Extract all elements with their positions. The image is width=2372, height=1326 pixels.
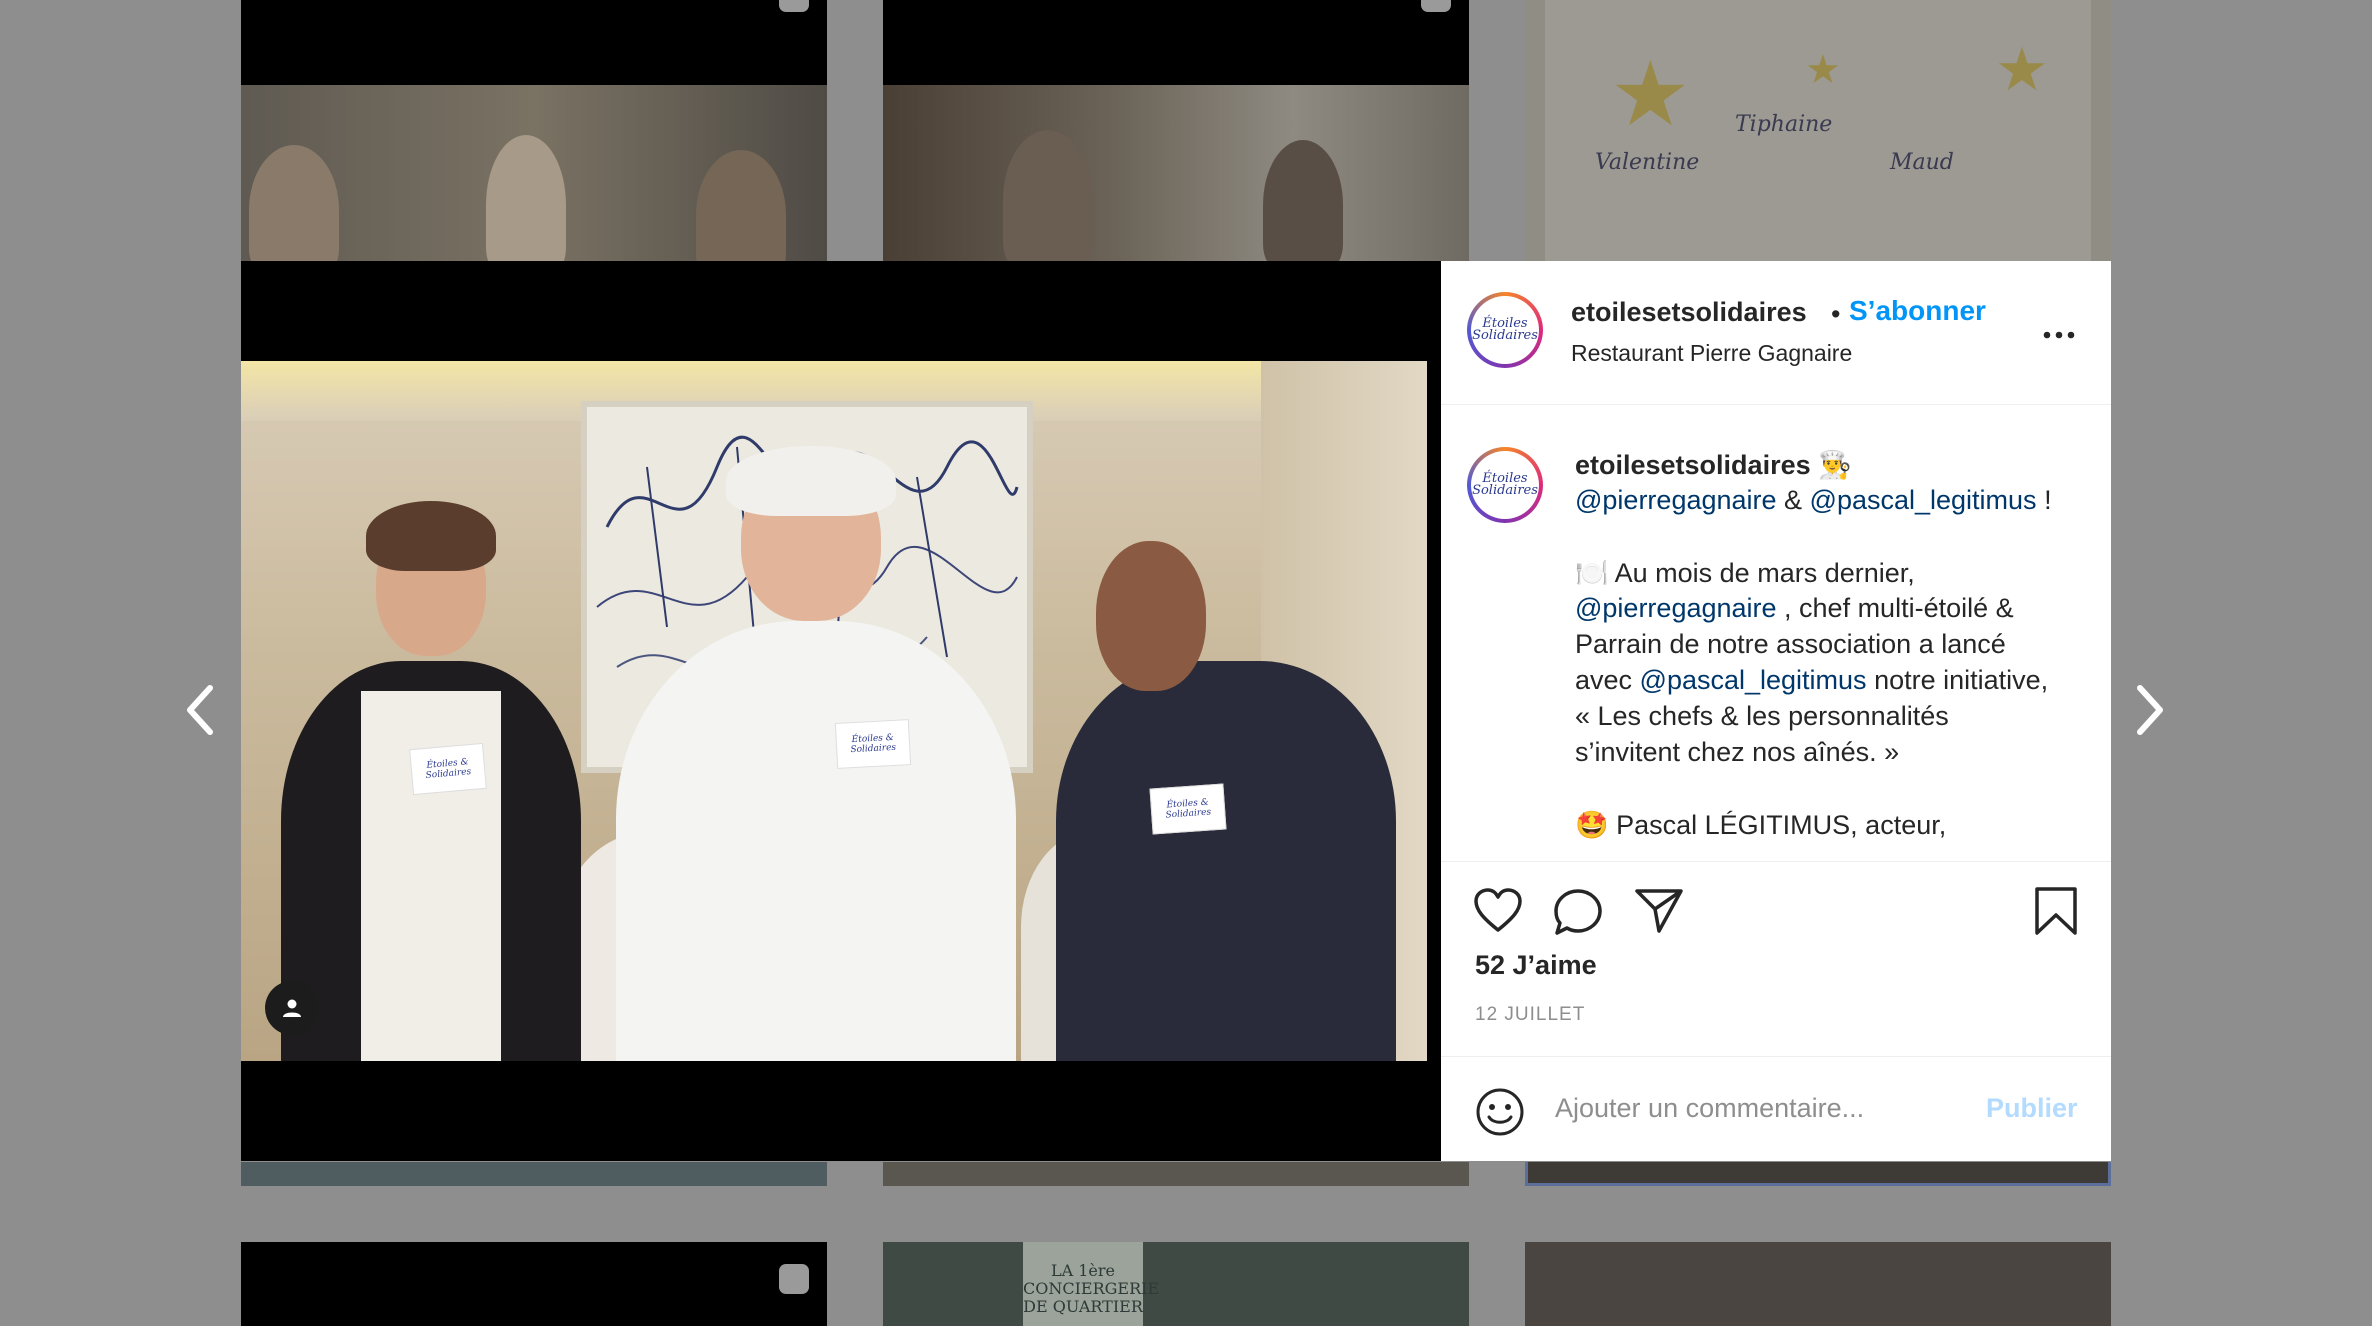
reel-icon: [779, 0, 809, 12]
publish-button[interactable]: Publier: [1986, 1093, 2078, 1124]
mention-link[interactable]: @pierregagnaire: [1575, 485, 1777, 515]
emoji-picker-icon[interactable]: [1475, 1087, 1525, 1137]
avatar-logo: Étoiles Solidaires: [1472, 471, 1538, 498]
caption-username-link[interactable]: etoilesetsolidaires: [1575, 450, 1811, 480]
sign-line: DE QUARTIER: [1023, 1297, 1143, 1316]
caption-line: 🤩 Pascal LÉGITIMUS, acteur,: [1575, 810, 1947, 840]
comment-bar: Publier: [1441, 1056, 2111, 1162]
caption-line: 🍽️ Au mois de mars dernier,: [1575, 558, 1915, 588]
caption-line: « Les chefs & les personnalités: [1575, 701, 1949, 731]
person-man-face: [1096, 541, 1206, 691]
previous-post-arrow-icon[interactable]: [180, 680, 220, 740]
caption-avatar[interactable]: Étoiles Solidaires: [1467, 447, 1543, 523]
caption-line: @pierregagnaire & @pascal_legitimus !: [1575, 485, 2052, 515]
person-chef-jacket: [616, 621, 1016, 1061]
person-figure: [1263, 140, 1343, 262]
poster-name: Valentine: [1595, 150, 1700, 175]
comment-bubble-icon[interactable]: [1553, 888, 1603, 936]
more-options-icon[interactable]: [2043, 313, 2075, 347]
post-date[interactable]: 12 JUILLET: [1475, 1004, 1585, 1026]
like-count[interactable]: 52 J’aime: [1475, 950, 1597, 981]
tile-letterbox: [241, 0, 827, 85]
header-username-link[interactable]: etoilesetsolidaires: [1571, 297, 1807, 328]
separator-dot: •: [1831, 299, 1841, 329]
sign-line: CONCIERGERIE: [1023, 1279, 1160, 1298]
tile-image: Valentine Tiphaine Maud ★ ★ ★: [1525, 0, 2111, 262]
person-woman-hair: [366, 501, 496, 571]
grid-tile-5[interactable]: [883, 1162, 1469, 1186]
post-header: Étoiles Solidaires etoilesetsolidaires •…: [1441, 261, 2111, 405]
sign: LA 1ère CONCIERGERIE DE QUARTIER: [1023, 1242, 1160, 1326]
mention-link[interactable]: @pascal_legitimus: [1810, 485, 2037, 515]
star-icon: ★: [1610, 45, 1691, 145]
card: Étoiles & Solidaires: [834, 719, 912, 769]
poster-name: Maud: [1890, 150, 1954, 175]
person-man-sweater: [1056, 661, 1396, 1061]
tagged-users-button[interactable]: [265, 981, 319, 1035]
star-icon: ★: [1995, 36, 2049, 103]
mention-link[interactable]: @pascal_legitimus: [1640, 665, 1867, 695]
grid-tile-4[interactable]: [241, 1162, 827, 1186]
grid-tile-6[interactable]: [1525, 1162, 2111, 1186]
avatar-logo: Étoiles Solidaires: [1472, 316, 1538, 343]
comment-input[interactable]: [1553, 1087, 1977, 1129]
person-figure: [249, 145, 339, 262]
caption-line: avec @pascal_legitimus notre initiative,: [1575, 665, 2049, 695]
person-chef-hair: [726, 446, 896, 516]
chef-emoji: 👨‍🍳: [1818, 450, 1852, 480]
post-media[interactable]: Étoiles & Solidaires Étoiles & Solidaire…: [241, 261, 1441, 1161]
person-figure: [486, 135, 566, 262]
post-photo: Étoiles & Solidaires Étoiles & Solidaire…: [241, 361, 1427, 1061]
user-icon: [283, 999, 301, 1017]
caption-line: Parrain de notre association a lancé: [1575, 629, 2006, 659]
reel-icon: [1421, 0, 1451, 12]
grid-tile-1[interactable]: [241, 0, 827, 262]
caption-area: Étoiles Solidaires etoilesetsolidaires 👨…: [1441, 405, 2111, 861]
caption-line: etoilesetsolidaires 👨‍🍳: [1575, 449, 1852, 481]
post-actions: 52 J’aime 12 JUILLET: [1441, 861, 2111, 1057]
tile-image: [241, 85, 827, 262]
post-details-panel: Étoiles Solidaires etoilesetsolidaires •…: [1441, 261, 2111, 1161]
caption-line: s’invitent chez nos aînés. »: [1575, 737, 1900, 767]
star-icon: ★: [1805, 48, 1841, 92]
person-figure: [696, 150, 786, 262]
next-post-arrow-icon[interactable]: [2130, 680, 2170, 740]
tile-image: [883, 85, 1469, 262]
share-paper-plane-icon[interactable]: [1634, 888, 1684, 934]
grid-tile-3[interactable]: Valentine Tiphaine Maud ★ ★ ★: [1525, 0, 2111, 262]
poster-name: Tiphaine: [1735, 112, 1833, 137]
grid-tile-7[interactable]: [241, 1242, 827, 1326]
like-heart-icon[interactable]: [1473, 888, 1523, 934]
card: Étoiles & Solidaires: [1149, 783, 1227, 835]
grid-tile-8[interactable]: LA 1ère CONCIERGERIE DE QUARTIER: [883, 1242, 1469, 1326]
grid-tile-9[interactable]: [1525, 1242, 2111, 1326]
reel-icon: [779, 1264, 809, 1294]
save-bookmark-icon[interactable]: [2033, 886, 2079, 936]
caption-line: @pierregagnaire , chef multi-étoilé &: [1575, 593, 2014, 623]
person-figure: [1003, 130, 1093, 262]
card: Étoiles & Solidaires: [409, 742, 487, 796]
post-modal: Étoiles & Solidaires Étoiles & Solidaire…: [241, 261, 2111, 1161]
tile-letterbox: [883, 0, 1469, 85]
follow-button[interactable]: S’abonner: [1849, 295, 1986, 327]
profile-avatar[interactable]: Étoiles Solidaires: [1467, 292, 1543, 368]
mention-link[interactable]: @pierregagnaire: [1575, 593, 1777, 623]
grid-tile-2[interactable]: [883, 0, 1469, 262]
location-link[interactable]: Restaurant Pierre Gagnaire: [1571, 340, 1852, 367]
sign-line: LA 1ère: [1050, 1261, 1116, 1280]
